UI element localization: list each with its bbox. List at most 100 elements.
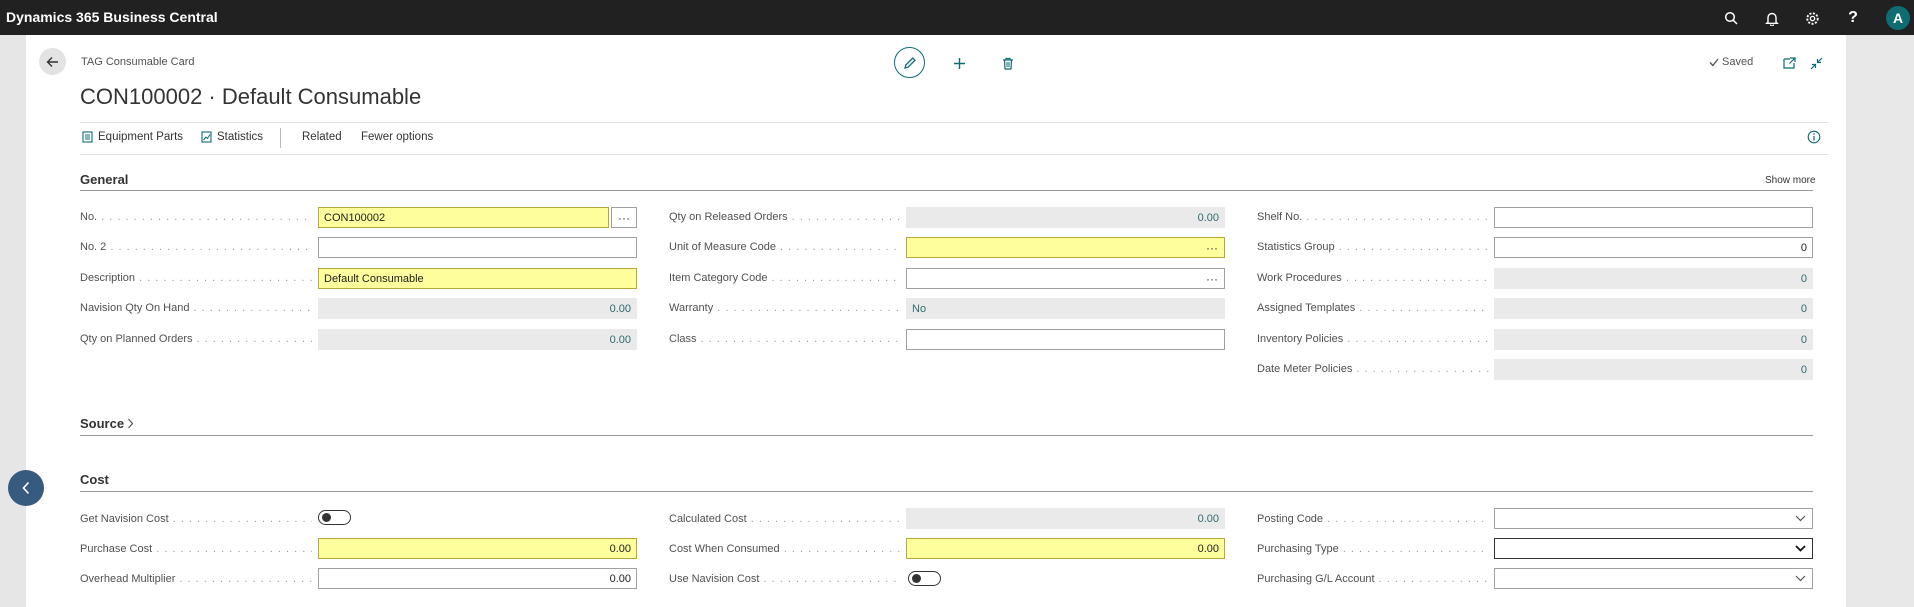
action-equipment-parts-label: Equipment Parts xyxy=(98,131,184,143)
action-separator xyxy=(280,128,281,148)
gear-icon[interactable] xyxy=(1802,8,1822,28)
saved-label: Saved xyxy=(1722,56,1754,68)
info-icon[interactable] xyxy=(1807,130,1821,144)
ellipsis-icon: ··· xyxy=(618,210,630,225)
label-purchasing-gl-account: Purchasing G/L Account xyxy=(1257,573,1489,589)
action-fewer-options[interactable]: Fewer options xyxy=(361,131,433,143)
collapse-view-button[interactable] xyxy=(1806,53,1826,73)
label-inventory-policies: Inventory Policies xyxy=(1257,333,1489,349)
show-more-link[interactable]: Show more xyxy=(1765,175,1816,186)
label-class: Class xyxy=(669,333,901,349)
statistics-group-field[interactable]: 0 xyxy=(1494,237,1813,258)
action-bar-divider-bottom xyxy=(80,154,1828,155)
arrow-left-icon xyxy=(46,56,58,67)
chevron-down-icon xyxy=(1795,515,1806,522)
posting-code-select[interactable] xyxy=(1494,508,1813,529)
new-button[interactable] xyxy=(949,53,969,73)
overhead-multiplier-field[interactable]: 0.00 xyxy=(318,568,637,589)
label-qty-on-planned-orders: Qty on Planned Orders xyxy=(80,333,312,349)
use-navision-cost-toggle[interactable] xyxy=(908,571,941,586)
section-general-rule xyxy=(80,190,1813,191)
open-new-window-button[interactable] xyxy=(1779,53,1799,73)
qty-on-released-orders-field[interactable]: 0.00 xyxy=(906,207,1225,228)
chevron-down-icon xyxy=(1795,575,1806,582)
section-source-label: Source xyxy=(80,416,125,431)
saved-status: Saved xyxy=(1709,56,1753,68)
assigned-templates-field[interactable]: 0 xyxy=(1494,298,1813,319)
label-shelf-no: Shelf No. xyxy=(1257,211,1489,227)
work-procedures-field[interactable]: 0 xyxy=(1494,268,1813,289)
background-left xyxy=(0,35,26,607)
label-description: Description xyxy=(80,272,312,288)
background-right xyxy=(1846,35,1914,607)
purchasing-type-select[interactable] xyxy=(1494,538,1813,559)
purchase-cost-field[interactable]: 0.00 xyxy=(318,538,637,559)
page-caption: TAG Consumable Card xyxy=(81,56,195,68)
pencil-icon xyxy=(903,56,916,69)
section-general-title[interactable]: General xyxy=(80,172,128,187)
section-source-rule xyxy=(80,435,1813,436)
plus-icon xyxy=(953,57,965,69)
back-button[interactable] xyxy=(39,48,66,75)
get-navision-cost-toggle[interactable] xyxy=(318,510,351,525)
purchasing-gl-account-select[interactable] xyxy=(1494,568,1813,589)
label-purchase-cost: Purchase Cost xyxy=(80,543,312,559)
page-title: CON100002 · Default Consumable xyxy=(80,84,422,109)
edit-button[interactable] xyxy=(894,47,925,78)
label-cost-when-consumed: Cost When Consumed xyxy=(669,543,901,559)
app-title[interactable]: Dynamics 365 Business Central xyxy=(6,9,218,25)
statistics-icon xyxy=(201,131,212,143)
collapse-factbox-button[interactable] xyxy=(8,470,44,506)
description-field[interactable]: Default Consumable xyxy=(318,268,637,289)
date-meter-policies-field[interactable]: 0 xyxy=(1494,359,1813,380)
top-bar: Dynamics 365 Business Central ? A xyxy=(0,0,1914,35)
label-no-2: No. 2 xyxy=(80,241,312,257)
label-assigned-templates: Assigned Templates xyxy=(1257,302,1489,318)
action-statistics[interactable]: Statistics xyxy=(201,131,263,143)
bell-icon[interactable] xyxy=(1762,8,1782,28)
warranty-field[interactable]: No xyxy=(906,298,1225,319)
no-2-field[interactable] xyxy=(318,237,637,258)
ellipsis-icon[interactable]: ··· xyxy=(1206,241,1218,255)
label-use-navision-cost: Use Navision Cost xyxy=(669,573,901,589)
avatar[interactable]: A xyxy=(1886,6,1910,30)
label-no: No. xyxy=(80,211,312,227)
label-work-procedures: Work Procedures xyxy=(1257,272,1489,288)
qty-on-planned-orders-field[interactable]: 0.00 xyxy=(318,329,637,350)
label-item-category-code: Item Category Code xyxy=(669,272,901,288)
label-unit-of-measure-code: Unit of Measure Code xyxy=(669,241,901,257)
check-icon xyxy=(1709,58,1719,66)
ellipsis-icon[interactable]: ··· xyxy=(1206,272,1218,286)
item-category-code-field[interactable]: ··· xyxy=(906,268,1225,289)
action-statistics-label: Statistics xyxy=(217,131,264,143)
shelf-no-field[interactable] xyxy=(1494,207,1813,228)
label-date-meter-policies: Date Meter Policies xyxy=(1257,363,1489,379)
inventory-policies-field[interactable]: 0 xyxy=(1494,329,1813,350)
section-cost-title[interactable]: Cost xyxy=(80,472,109,487)
action-bar-divider xyxy=(80,122,1828,123)
navision-qty-on-hand-field[interactable]: 0.00 xyxy=(318,298,637,319)
label-statistics-group: Statistics Group xyxy=(1257,241,1489,257)
calculated-cost-field[interactable]: 0.00 xyxy=(906,508,1225,529)
document-list-icon xyxy=(82,131,93,143)
label-get-navision-cost: Get Navision Cost xyxy=(80,513,312,529)
unit-of-measure-code-field[interactable]: ··· xyxy=(906,237,1225,258)
search-icon[interactable] xyxy=(1721,8,1741,28)
action-equipment-parts[interactable]: Equipment Parts xyxy=(82,131,183,143)
no-lookup-button[interactable]: ··· xyxy=(611,207,637,228)
label-overhead-multiplier: Overhead Multiplier xyxy=(80,573,312,589)
label-warranty: Warranty xyxy=(669,302,901,318)
cost-when-consumed-field[interactable]: 0.00 xyxy=(906,538,1225,559)
label-qty-on-released-orders: Qty on Released Orders xyxy=(669,211,901,227)
label-purchasing-type: Purchasing Type xyxy=(1257,543,1489,559)
collapse-icon xyxy=(1810,57,1822,69)
no-field[interactable]: CON100002 xyxy=(318,207,609,228)
action-related[interactable]: Related xyxy=(302,131,342,143)
section-source-title[interactable]: Source xyxy=(80,416,134,431)
class-field[interactable] xyxy=(906,329,1225,350)
delete-button[interactable] xyxy=(998,53,1018,73)
help-icon[interactable]: ? xyxy=(1843,8,1863,28)
label-navision-qty-on-hand: Navision Qty On Hand xyxy=(80,302,312,318)
chevron-left-icon xyxy=(22,481,30,495)
chevron-down-icon xyxy=(1795,545,1806,552)
